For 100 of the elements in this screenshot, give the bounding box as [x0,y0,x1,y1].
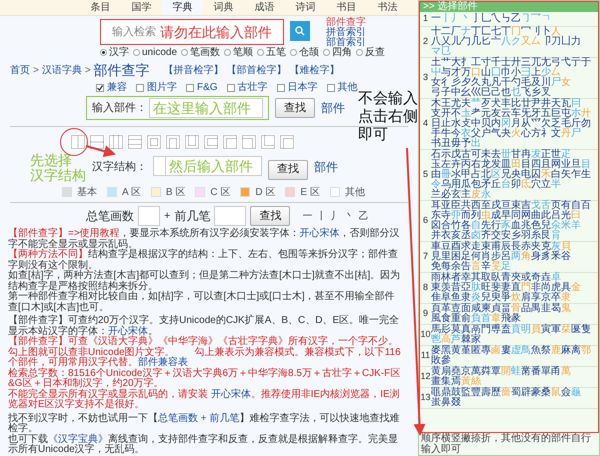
part-characters[interactable]: 并衣亥丞 [431,230,471,240]
part-characters[interactable]: 亅乚乀 [471,14,501,24]
part-characters[interactable]: 兒臾爭 [481,292,511,302]
nav-tab[interactable]: 成语 [244,0,285,15]
part-characters[interactable]: 中贝内 [471,118,501,128]
paragraph-link[interactable]: 使用教程 [80,228,120,240]
part-characters[interactable]: 馬髟莫真 [431,324,471,334]
quick-link[interactable]: 【部首检字】 [226,64,287,78]
part-characters[interactable]: 東羡昔亞 [431,282,471,292]
structure-icon[interactable] [165,134,181,150]
part-characters[interactable]: 弓子中幺 [431,88,471,98]
stroke-count-input[interactable] [138,206,160,226]
part-characters[interactable]: 麻离 [561,346,581,356]
part-characters[interactable]: 目四且网 [521,160,561,170]
part-characters[interactable]: 匿專 [471,346,491,356]
part-characters[interactable]: 風食重俞 [431,314,471,324]
structure-icon[interactable] [127,134,143,150]
stroke-link[interactable]: 丶 [344,208,354,224]
part-characters[interactable]: 页有自百 [551,200,591,210]
radio-button[interactable] [257,49,264,56]
radio-button[interactable] [323,49,330,56]
part-characters[interactable]: 卯 [511,180,521,190]
part-characters[interactable]: 土艹大扌 [431,58,471,68]
checkbox[interactable] [136,84,144,92]
part-characters[interactable]: 右龙发皿 [471,160,511,170]
part-characters[interactable]: 廾三兀尢 [511,58,551,68]
part-characters[interactable]: 黹番單甬 [521,366,561,376]
part-characters[interactable]: 魚祭 [531,346,551,356]
part-characters[interactable]: 八乂儿勹 [431,36,471,46]
part-characters[interactable]: 正世 [541,150,561,160]
part-characters[interactable]: 乌用瓜包 [441,180,481,190]
part-characters[interactable]: 何肖步呂 [471,252,511,262]
paragraph-link[interactable]: 开心宋体 [210,388,251,400]
part-characters[interactable]: 与才万 [441,68,471,78]
part-characters[interactable]: 雨林者幸 [431,272,471,282]
part-characters[interactable]: 心方礻文 [521,128,561,138]
structure-icon[interactable] [222,134,238,150]
part-characters[interactable]: 歹犬丰比 [481,98,521,108]
nav-tab[interactable]: 书法 [367,0,408,15]
index-link[interactable]: 拼音索引 [326,28,366,38]
part-characters[interactable]: 畫集焉 [431,376,461,386]
part-characters[interactable]: 免每余告 [431,262,471,272]
breadcrumb-link[interactable]: 首页 [10,64,30,78]
part-characters[interactable]: 鬲門尃盍 [471,324,511,334]
part-characters[interactable]: 旺斐妻直 [481,282,521,292]
breadcrumb-link[interactable]: 汉语字典 [42,64,82,78]
radio-button[interactable] [290,49,298,56]
part-characters[interactable]: 久丸凡干 [471,78,511,88]
part-characters[interactable]: 黽鼎鼓監 [431,388,471,398]
part-characters[interactable]: 山 [481,68,491,78]
structure-icon[interactable] [108,134,124,150]
part-characters[interactable]: 身豸釆谷 [531,252,571,262]
structure-icon[interactable] [89,134,105,150]
part-characters[interactable]: 夾或奇垚 [511,272,551,282]
part-characters[interactable]: 先行 [481,220,501,230]
checkbox[interactable] [276,84,285,92]
part-characters[interactable]: 西至戌亘 [471,200,511,210]
part-characters[interactable]: 丁匚七丅 [471,26,511,36]
part-characters[interactable]: 黄扇堯京 [431,366,471,376]
index-link[interactable]: 部件查字 [326,18,366,28]
part-characters[interactable]: 見里困足 [431,252,471,262]
part-characters[interactable]: 其取臥青 [471,272,511,282]
part-characters[interactable]: 矛丘 [481,180,501,190]
part-characters[interactable]: 业旦 [561,160,581,170]
radio-button[interactable] [133,49,140,56]
part-characters[interactable]: 弓弋亍于 [551,58,591,68]
part-characters[interactable]: 日止水攴 [431,118,471,128]
part-characters[interactable]: 棘家 [461,334,481,344]
part-characters[interactable]: 可未去 [471,150,501,160]
nav-tab[interactable]: 国学 [121,0,162,15]
part-characters[interactable]: 蜀辟豪桑 [511,388,551,398]
part-characters[interactable]: 束吉 [511,200,531,210]
part-characters[interactable]: 匽隻 [571,324,591,334]
search-button[interactable] [290,21,310,41]
checkbox[interactable] [186,84,194,92]
paragraph-link[interactable]: 开心宋体 [300,228,340,240]
part-characters[interactable]: 上 [531,68,541,78]
part-characters[interactable]: 頁革壴面 [431,304,471,314]
find-button[interactable]: 查找 [275,98,315,118]
checkbox[interactable] [326,84,335,92]
part-characters[interactable]: 敗參 [431,356,451,366]
nav-tab[interactable]: 词典 [203,0,244,15]
nav-tab[interactable]: 字典 [162,0,203,15]
part-characters[interactable]: 石示戊古 [431,150,471,160]
part-characters[interactable]: 车旡牙五 [511,108,551,118]
radio-button[interactable] [181,49,188,56]
find-button[interactable]: 查找 [268,160,308,180]
radio-button[interactable] [100,49,107,56]
part-characters[interactable]: 耳亚臣共 [431,200,471,210]
find-button[interactable]: 查找 [250,206,290,226]
part-characters[interactable]: 冖刂卜 [521,26,551,36]
stroke-link[interactable]: 丿 [330,208,340,224]
part-characters[interactable]: 飛彖 [501,314,521,324]
nav-tab[interactable]: 诗词 [285,0,326,15]
part-characters[interactable]: 月从爫欠 [511,118,551,128]
part-characters[interactable]: 車豆酉求 [431,242,471,252]
part-characters[interactable]: 勺毛及川 [511,78,551,88]
part-characters[interactable]: 巾小 [501,68,521,78]
part-characters[interactable]: 僉 [561,388,571,398]
part-characters[interactable]: 瓦 [561,98,571,108]
